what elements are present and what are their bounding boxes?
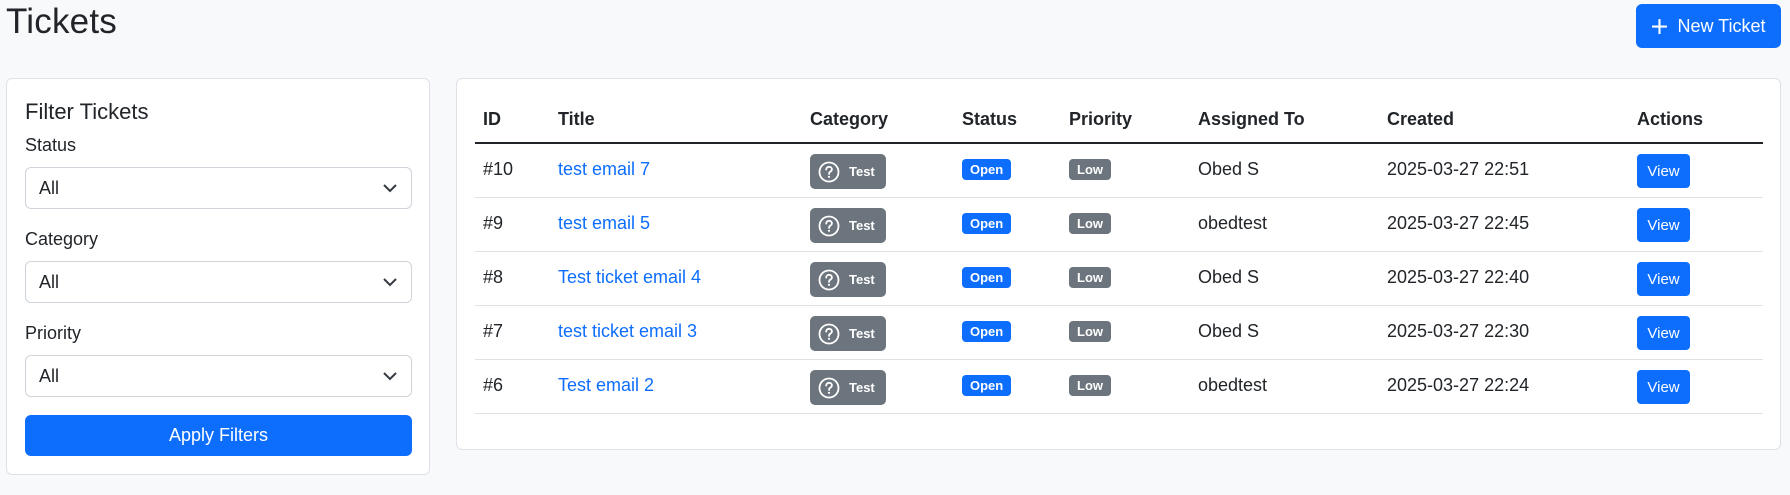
status-badge: Open (962, 159, 1012, 180)
page-title: Tickets (6, 2, 117, 41)
filter-title: Filter Tickets (25, 99, 149, 124)
question-circle-icon (818, 161, 840, 182)
table-row: #10 test email 7 Test Open Low Obed S 2025-03-… (475, 144, 1763, 198)
column-header-created: Created (1387, 109, 1455, 129)
assigned-to: obedtest (1198, 213, 1268, 233)
priority-badge: Low (1069, 375, 1111, 396)
view-button[interactable]: View (1637, 370, 1690, 404)
column-header-id: ID (483, 109, 501, 129)
question-circle-icon (818, 377, 840, 398)
ticket-title-link[interactable]: test email 5 (558, 213, 650, 233)
column-header-category: Category (810, 109, 889, 129)
question-circle-icon (818, 269, 840, 290)
ticket-id: #7 (483, 321, 504, 341)
table-row: #6 Test email 2 Test Open Low obedtest 2025-03… (475, 360, 1763, 414)
assigned-to: Obed S (1198, 267, 1260, 287)
status-badge: Open (962, 321, 1012, 342)
priority-badge: Low (1069, 159, 1111, 180)
assigned-to: Obed S (1198, 159, 1260, 179)
status-badge: Open (962, 267, 1012, 288)
ticket-id: #9 (483, 213, 504, 233)
column-header-title: Title (558, 109, 595, 129)
column-header-actions: Actions (1637, 109, 1704, 129)
apply-filters-button[interactable]: Apply Filters (25, 415, 412, 456)
category-label: Test (849, 163, 875, 179)
category-badge: Test (810, 370, 886, 405)
category-label: Test (849, 325, 875, 341)
category-filter-value: All (39, 271, 60, 292)
ticket-title-link[interactable]: test ticket email 3 (558, 321, 697, 341)
chevron-down-icon (383, 278, 397, 287)
view-button[interactable]: View (1637, 262, 1690, 296)
column-header-status: Status (962, 109, 1018, 129)
category-filter-select[interactable]: All (25, 261, 412, 303)
ticket-title-link[interactable]: test email 7 (558, 159, 650, 179)
priority-badge: Low (1069, 213, 1111, 234)
status-filter-value: All (39, 177, 60, 198)
new-ticket-button[interactable]: New Ticket (1636, 4, 1781, 48)
table-row: #7 test ticket email 3 Test Open Low Obed S 20… (475, 306, 1763, 360)
column-header-assigned: Assigned To (1198, 109, 1305, 129)
priority-filter-value: All (39, 365, 60, 386)
status-filter-label: Status (25, 135, 77, 155)
category-badge: Test (810, 262, 886, 297)
ticket-id: #10 (483, 159, 514, 179)
ticket-title-link[interactable]: Test email 2 (558, 375, 654, 395)
priority-filter-select[interactable]: All (25, 355, 412, 397)
created-date: 2025-03-27 22:24 (1387, 375, 1530, 395)
plus-icon (1652, 18, 1668, 34)
table-row: #8 Test ticket email 4 Test Open Low Obed S 20… (475, 252, 1763, 306)
question-circle-icon (818, 215, 840, 236)
column-header-priority: Priority (1069, 109, 1133, 129)
category-label: Test (849, 271, 875, 287)
ticket-id: #8 (483, 267, 504, 287)
priority-badge: Low (1069, 321, 1111, 342)
filter-panel: Filter Tickets Status All Category All P… (6, 78, 430, 475)
new-ticket-label: New Ticket (1677, 15, 1766, 36)
status-badge: Open (962, 213, 1012, 234)
view-button[interactable]: View (1637, 208, 1690, 242)
chevron-down-icon (383, 372, 397, 381)
priority-filter-label: Priority (25, 323, 82, 343)
category-filter-label: Category (25, 229, 99, 249)
created-date: 2025-03-27 22:45 (1387, 213, 1530, 233)
created-date: 2025-03-27 22:51 (1387, 159, 1530, 179)
category-badge: Test (810, 316, 886, 351)
category-label: Test (849, 379, 875, 395)
tickets-table-card: ID Title Category Status Priority Assign… (456, 78, 1781, 450)
priority-badge: Low (1069, 267, 1111, 288)
category-badge: Test (810, 208, 886, 243)
status-filter-select[interactable]: All (25, 167, 412, 209)
ticket-title-link[interactable]: Test ticket email 4 (558, 267, 701, 287)
category-badge: Test (810, 154, 886, 189)
assigned-to: Obed S (1198, 321, 1260, 341)
created-date: 2025-03-27 22:30 (1387, 321, 1530, 341)
table-row: #9 test email 5 Test Open Low obedtest 2025-03… (475, 198, 1763, 252)
category-label: Test (849, 217, 875, 233)
chevron-down-icon (383, 184, 397, 193)
view-button[interactable]: View (1637, 316, 1690, 350)
created-date: 2025-03-27 22:40 (1387, 267, 1530, 287)
question-circle-icon (818, 323, 840, 344)
ticket-id: #6 (483, 375, 504, 395)
view-button[interactable]: View (1637, 154, 1690, 188)
assigned-to: obedtest (1198, 375, 1268, 395)
status-badge: Open (962, 375, 1012, 396)
